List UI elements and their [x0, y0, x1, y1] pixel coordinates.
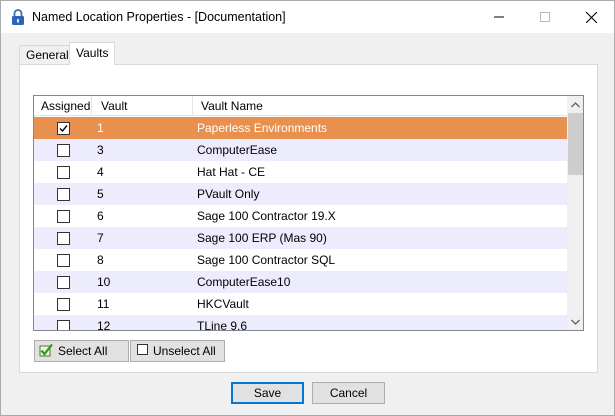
- table-row[interactable]: 5 PVault Only: [34, 183, 567, 205]
- vaults-grid[interactable]: Assigned Vault Vault Name 1 Paperless Env…: [33, 95, 584, 331]
- table-row[interactable]: 10 ComputerEase10: [34, 271, 567, 293]
- chevron-up-icon: [571, 101, 580, 107]
- chevron-down-icon: [571, 319, 580, 325]
- vault-name: TLine 9.6: [197, 319, 248, 331]
- assigned-checkbox[interactable]: [57, 320, 70, 330]
- vault-number: 5: [97, 187, 104, 201]
- assigned-checkbox[interactable]: [57, 166, 70, 179]
- table-row[interactable]: 12 TLine 9.6: [34, 315, 567, 331]
- vault-name: Sage 100 Contractor 19.X: [197, 209, 336, 223]
- lock-icon: [11, 9, 25, 26]
- vault-number: 3: [97, 143, 104, 157]
- vault-number: 7: [97, 231, 104, 245]
- vault-name: Paperless Environments: [197, 121, 328, 135]
- maximize-icon: [540, 12, 550, 22]
- table-row[interactable]: 4 Hat Hat - CE: [34, 161, 567, 183]
- column-header-vault-name[interactable]: Vault Name: [193, 96, 567, 116]
- dialog-window: Named Location Properties - [Documentati…: [0, 0, 615, 416]
- checked-checkbox-icon: [39, 343, 53, 360]
- select-all-label: Select All: [58, 344, 108, 358]
- table-row[interactable]: 8 Sage 100 Contractor SQL: [34, 249, 567, 271]
- unchecked-checkbox-icon: [137, 344, 148, 358]
- cancel-button[interactable]: Cancel: [312, 382, 385, 404]
- column-header-vault[interactable]: Vault: [93, 96, 193, 116]
- vault-number: 6: [97, 209, 104, 223]
- vault-number: 11: [97, 297, 110, 311]
- assigned-checkbox[interactable]: [57, 232, 70, 245]
- scroll-up-button[interactable]: [567, 96, 583, 113]
- table-row[interactable]: 1 Paperless Environments: [34, 117, 567, 139]
- title-bar[interactable]: Named Location Properties - [Documentati…: [1, 1, 614, 33]
- vault-number: 1: [97, 121, 104, 135]
- unselect-all-button[interactable]: Unselect All: [130, 340, 225, 362]
- checkmark-icon: [59, 125, 68, 133]
- minimize-icon: [494, 16, 504, 18]
- tab-general[interactable]: General: [19, 45, 76, 65]
- table-row[interactable]: 3 ComputerEase: [34, 139, 567, 161]
- assigned-checkbox[interactable]: [57, 298, 70, 311]
- vault-name: ComputerEase10: [197, 275, 291, 289]
- table-row[interactable]: 7 Sage 100 ERP (Mas 90): [34, 227, 567, 249]
- minimize-button[interactable]: [476, 1, 522, 33]
- assigned-checkbox-checked[interactable]: [57, 122, 70, 135]
- vault-name: ComputerEase: [197, 143, 278, 157]
- grid-header: Assigned Vault Vault Name: [34, 96, 567, 116]
- assigned-checkbox[interactable]: [57, 210, 70, 223]
- vaults-tab-panel: Assigned Vault Vault Name 1 Paperless Env…: [19, 64, 598, 373]
- vault-name: HKCVault: [197, 297, 249, 311]
- close-button[interactable]: [568, 1, 614, 33]
- table-row[interactable]: 11 HKCVault: [34, 293, 567, 315]
- tab-control: General Vaults Assigned Vault Vault Name…: [19, 42, 598, 373]
- vault-number: 12: [97, 319, 111, 331]
- table-row[interactable]: 6 Sage 100 Contractor 19.X: [34, 205, 567, 227]
- vault-name: Sage 100 ERP (Mas 90): [197, 231, 327, 245]
- select-all-button[interactable]: Select All: [34, 340, 129, 362]
- save-button[interactable]: Save: [231, 382, 304, 404]
- column-header-assigned[interactable]: Assigned: [34, 96, 92, 116]
- vault-number: 4: [97, 165, 104, 179]
- assigned-checkbox[interactable]: [57, 254, 70, 267]
- vault-number: 10: [97, 275, 111, 289]
- maximize-button[interactable]: [522, 1, 568, 33]
- grid-rows: 1 Paperless Environments 3 ComputerEase 4 Hat…: [34, 117, 567, 331]
- close-icon: [585, 11, 597, 23]
- assigned-checkbox[interactable]: [57, 276, 70, 289]
- tab-vaults[interactable]: Vaults: [69, 42, 116, 65]
- vertical-scrollbar[interactable]: [567, 96, 583, 330]
- vault-name: PVault Only: [197, 187, 260, 201]
- vault-name: Sage 100 Contractor SQL: [197, 253, 336, 267]
- assigned-checkbox[interactable]: [57, 144, 70, 157]
- assigned-checkbox[interactable]: [57, 188, 70, 201]
- unselect-all-label: Unselect All: [153, 344, 216, 358]
- vault-name: Hat Hat - CE: [197, 165, 266, 179]
- scroll-down-button[interactable]: [567, 313, 583, 330]
- vault-number: 8: [97, 253, 104, 267]
- scrollbar-thumb[interactable]: [568, 113, 583, 175]
- window-title: Named Location Properties - [Documentati…: [32, 10, 286, 24]
